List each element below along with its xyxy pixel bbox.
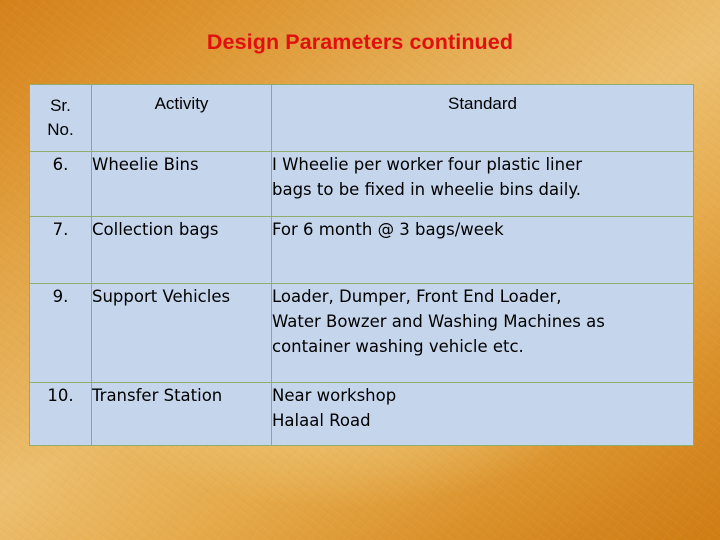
slide-canvas: Design Parameters continued Sr. No. Acti…	[0, 0, 720, 540]
cell-sr-no: 7.	[29, 216, 92, 284]
table-header-row: Sr. No. Activity Standard	[29, 84, 694, 152]
cell-activity: Support Vehicles	[91, 283, 272, 383]
table-body: 6. Wheelie Bins I Wheelie per worker fou…	[29, 151, 694, 446]
standard-line: Water Bowzer and Washing Machines as	[272, 312, 605, 332]
column-header-sr-no: Sr. No.	[29, 84, 92, 152]
cell-sr-no: 6.	[29, 151, 92, 217]
cell-standard: Loader, Dumper, Front End Loader, Water …	[271, 283, 694, 383]
table-row: 6. Wheelie Bins I Wheelie per worker fou…	[29, 151, 694, 217]
standard-line: Loader, Dumper, Front End Loader,	[272, 287, 562, 306]
standard-line: container washing vehicle etc.	[272, 337, 524, 357]
cell-activity: Transfer Station	[91, 382, 272, 446]
cell-activity: Collection bags	[91, 216, 272, 284]
column-header-activity-label: Activity	[154, 94, 209, 113]
column-header-standard-label: Standard	[448, 94, 517, 113]
table-row: 9. Support Vehicles Loader, Dumper, Fron…	[29, 283, 694, 383]
cell-standard: I Wheelie per worker four plastic liner …	[271, 151, 694, 217]
table-row: 10. Transfer Station Near workshop Halaa…	[29, 382, 694, 446]
cell-standard: For 6 month @ 3 bags/week	[271, 216, 694, 284]
table-header: Sr. No. Activity Standard	[29, 84, 694, 152]
standard-line: Near workshop	[272, 386, 397, 405]
design-parameters-table: Sr. No. Activity Standard 6. Wheelie Bin…	[29, 84, 694, 446]
column-header-sr-no-line1: Sr.	[50, 96, 71, 115]
column-header-standard: Standard	[271, 84, 694, 152]
table-row: 7. Collection bags For 6 month @ 3 bags/…	[29, 216, 694, 284]
slide-title: Design Parameters continued	[206, 30, 514, 54]
standard-line: Halaal Road	[272, 411, 371, 431]
column-header-sr-no-line2: No.	[47, 120, 74, 140]
cell-activity: Wheelie Bins	[91, 151, 272, 217]
standard-line: I Wheelie per worker four plastic liner	[272, 155, 583, 174]
standard-line: For 6 month @ 3 bags/week	[272, 220, 504, 239]
standard-line: bags to be fixed in wheelie bins daily.	[272, 180, 581, 200]
cell-standard: Near workshop Halaal Road	[271, 382, 694, 446]
cell-sr-no: 10.	[29, 382, 92, 446]
cell-sr-no: 9.	[29, 283, 92, 383]
column-header-activity: Activity	[91, 84, 272, 152]
